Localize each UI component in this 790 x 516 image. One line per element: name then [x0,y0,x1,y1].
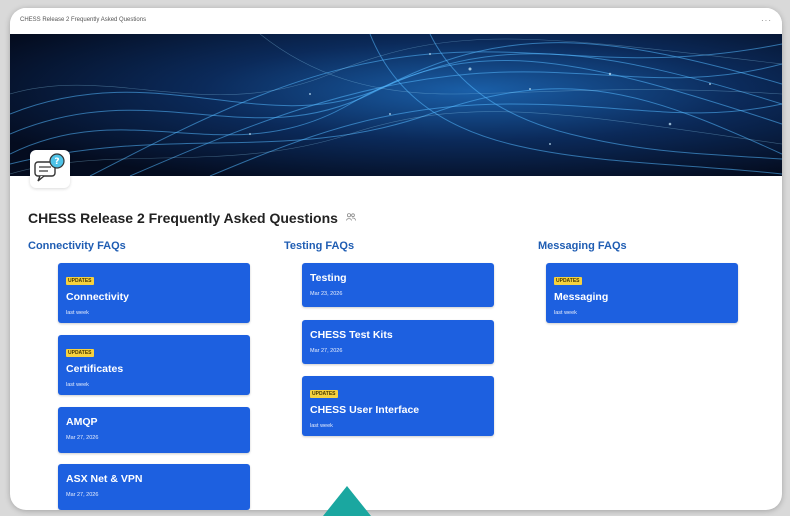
updates-badge: UPDATES [310,390,338,398]
page-title: CHESS Release 2 Frequently Asked Questio… [28,210,338,226]
card-chess-test-kits[interactable]: CHESS Test Kits Mar 27, 2026 [302,320,494,364]
card-chess-user-interface[interactable]: UPDATES CHESS User Interface last week [302,376,494,436]
chat-question-icon: ? [30,150,70,188]
top-bar: CHESS Release 2 Frequently Asked Questio… [10,8,782,32]
card-date: last week [310,423,333,429]
card-title: ASX Net & VPN [66,473,143,485]
abstract-waves-image [10,34,782,176]
more-options-icon[interactable]: ··· [761,16,772,25]
svg-text:?: ? [54,157,59,167]
header-banner-image [10,34,782,176]
card-amqp[interactable]: AMQP Mar 27, 2026 [58,407,250,453]
card-date: last week [554,310,577,316]
updates-badge: UPDATES [66,277,94,285]
card-date: last week [66,310,89,316]
card-title: Messaging [554,291,609,303]
updates-badge: UPDATES [554,277,582,285]
card-date: Mar 27, 2026 [66,492,99,498]
card-date: Mar 23, 2026 [310,291,343,297]
updates-badge: UPDATES [66,349,94,357]
title-row: CHESS Release 2 Frequently Asked Questio… [28,210,356,226]
column-messaging: Messaging FAQs [538,240,627,252]
card-title: Certificates [66,363,124,375]
teal-pointer-triangle [323,486,371,516]
card-certificates[interactable]: UPDATES Certificates last week [58,335,250,395]
card-title: CHESS User Interface [310,404,420,416]
column-testing: Testing FAQs [284,240,354,252]
card-testing[interactable]: Testing Mar 23, 2026 [302,263,494,307]
card-date: Mar 27, 2026 [310,348,343,354]
people-icon[interactable] [346,213,356,223]
column-heading: Messaging FAQs [538,240,627,252]
card-title: AMQP [66,416,98,428]
card-title: Connectivity [66,291,130,303]
card-title: CHESS Test Kits [310,329,393,341]
card-messaging[interactable]: UPDATES Messaging last week [546,263,738,323]
card-connectivity[interactable]: UPDATES Connectivity last week [58,263,250,323]
column-connectivity: Connectivity FAQs [28,240,126,252]
column-heading: Testing FAQs [284,240,355,252]
card-date: last week [66,382,89,388]
confluence-page-frame: CHESS Release 2 Frequently Asked Questio… [10,8,782,510]
breadcrumb[interactable]: CHESS Release 2 Frequently Asked Questio… [20,17,146,23]
card-title: Testing [310,272,347,284]
column-heading: Connectivity FAQs [28,240,126,252]
card-asx-net-vpn[interactable]: ASX Net & VPN Mar 27, 2026 [58,464,250,510]
card-date: Mar 27, 2026 [66,435,99,441]
